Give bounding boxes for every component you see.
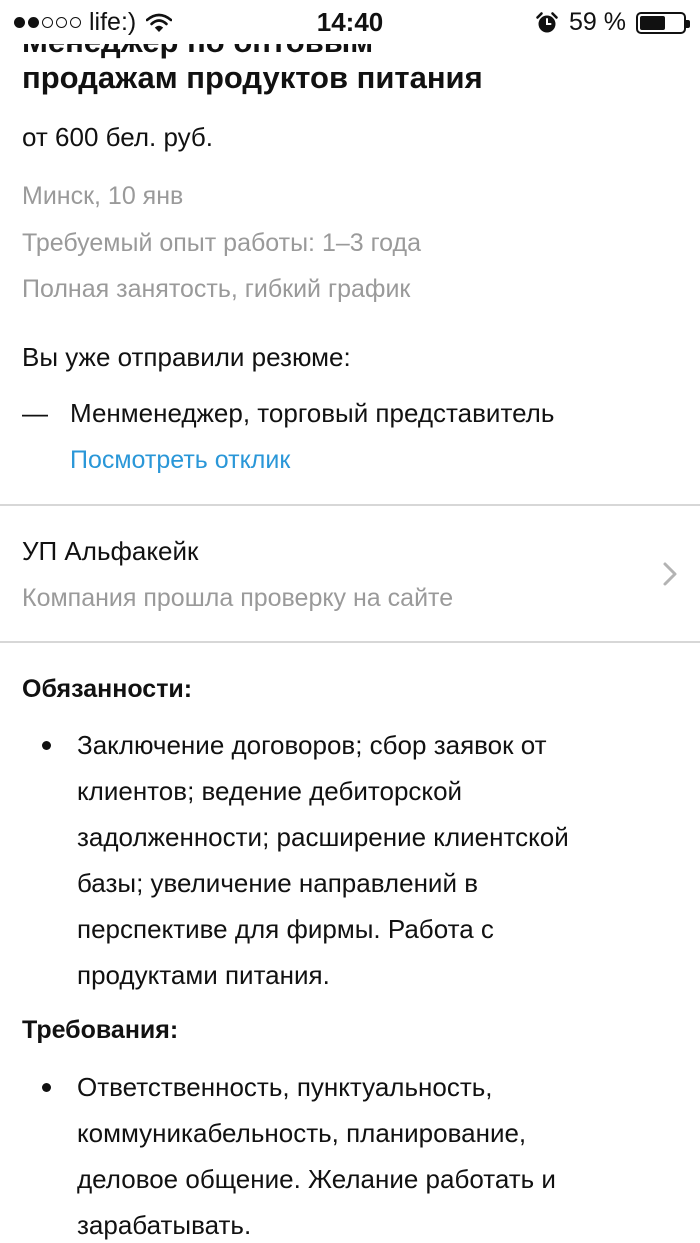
requirements-line: зарабатывать. xyxy=(77,1210,252,1240)
company-verified-note: Компания прошла проверку на сайте xyxy=(22,584,454,612)
requirements-line: деловое общение. Желание работать и xyxy=(77,1164,556,1194)
duties-line: задолженности; расширение клиентской xyxy=(77,822,569,852)
bullet-icon xyxy=(42,741,51,750)
duties-line: базы; увеличение направлений в xyxy=(77,868,479,898)
status-right: 59 % xyxy=(535,8,690,37)
requirements-line: коммуникабельность, планирование, xyxy=(77,1118,527,1148)
vacancy-location-date: Минск, 10 янв xyxy=(22,182,184,210)
duties-heading: Обязанности: xyxy=(22,675,193,703)
vacancy-experience: Требуемый опыт работы: 1–3 года xyxy=(22,229,422,257)
company-name: УП Альфакейк xyxy=(22,536,199,566)
alarm-clock-icon xyxy=(536,11,558,32)
divider xyxy=(0,641,700,643)
duties-line: клиентов; ведение дебиторской xyxy=(77,776,463,806)
application-dash: — xyxy=(22,398,48,428)
battery-cap xyxy=(686,19,690,28)
duties-text: Заключение договоров; сбор заявок от кли… xyxy=(77,722,677,998)
company-row[interactable]: УП Альфакейк Компания прошла проверку на… xyxy=(0,504,700,641)
battery-percent: 59 % xyxy=(569,8,626,36)
requirements-heading: Требования: xyxy=(22,1016,179,1044)
duties-line: перспективе для фирмы. Работа с xyxy=(77,914,494,944)
application-resume-name: Менменеджер, торговый представитель xyxy=(70,398,555,428)
requirements-line: Ответственность, пунктуальность, xyxy=(77,1072,493,1102)
view-response-link[interactable]: Посмотреть отклик xyxy=(70,446,290,475)
requirements-text: Ответственность, пунктуальность, коммуни… xyxy=(77,1064,677,1243)
vacancy-schedule: Полная занятость, гибкий график xyxy=(22,275,411,303)
vacancy-salary: от 600 бел. руб. xyxy=(22,122,214,152)
bullet-icon xyxy=(42,1083,51,1092)
duties-line: продуктами питания. xyxy=(77,960,330,990)
vacancy-title: продажам продуктов питания xyxy=(22,60,483,95)
chevron-right-icon xyxy=(663,562,677,586)
battery-level xyxy=(640,15,665,30)
duties-line: Заключение договоров; сбор заявок от xyxy=(77,730,547,760)
status-bar: life:) 14:40 59 % xyxy=(0,0,700,44)
application-heading: Вы уже отправили резюме: xyxy=(22,342,351,372)
battery-icon xyxy=(636,11,690,34)
